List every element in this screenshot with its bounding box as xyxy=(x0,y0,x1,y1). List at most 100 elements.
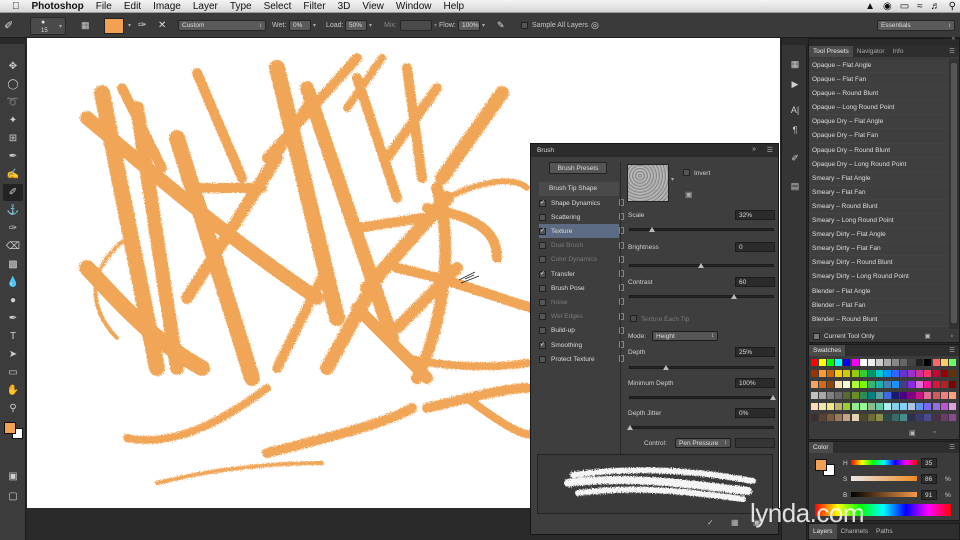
swatch[interactable] xyxy=(932,381,940,388)
list-item[interactable]: Opaque Dry – Round Blunt xyxy=(809,143,949,158)
swatch[interactable] xyxy=(819,359,827,366)
workspace-switcher[interactable]: Essentials ↕ xyxy=(877,20,955,31)
swatch[interactable] xyxy=(948,392,956,399)
chevron-down-icon[interactable]: ▾ xyxy=(369,22,372,29)
swatch[interactable] xyxy=(811,392,818,399)
menu-image[interactable]: Image xyxy=(147,0,187,13)
brush-option-checkbox[interactable] xyxy=(539,284,546,292)
swatch[interactable] xyxy=(892,359,899,366)
current-tool-only-checkbox[interactable] xyxy=(813,332,820,340)
chevron-down-icon[interactable]: ▾ xyxy=(482,22,485,29)
paragraph-icon[interactable]: ¶ xyxy=(786,122,804,138)
sample-all-layers-checkbox[interactable] xyxy=(521,22,528,29)
swatch[interactable] xyxy=(827,403,835,410)
brush-option-item[interactable]: Brush Pose xyxy=(539,281,624,295)
foreground-color-swatch[interactable] xyxy=(815,459,827,471)
airplay-icon[interactable]: ▭ xyxy=(900,0,909,13)
healing-brush-tool-icon[interactable]: ✍ xyxy=(3,166,23,183)
swatch[interactable] xyxy=(867,403,875,410)
menu-help[interactable]: Help xyxy=(437,0,470,13)
list-item[interactable]: Blender – Flat Fan xyxy=(809,298,949,313)
swatch[interactable] xyxy=(940,370,948,377)
panel-menu-icon[interactable]: ☰ xyxy=(945,345,959,356)
swatch[interactable] xyxy=(883,359,891,366)
swatch[interactable] xyxy=(843,359,851,366)
depth-value[interactable]: 25% xyxy=(735,347,775,357)
toggle-bristle-preview-icon[interactable]: ✓ xyxy=(707,518,714,527)
history-brush-tool-icon[interactable]: ✑ xyxy=(3,220,23,237)
wet-field[interactable]: 0% xyxy=(289,20,311,31)
swatch[interactable] xyxy=(932,403,940,410)
swatch[interactable] xyxy=(867,381,875,388)
tab-swatches[interactable]: Swatches xyxy=(809,345,846,356)
swatch[interactable] xyxy=(875,370,883,377)
quick-selection-tool-icon[interactable]: ✦ xyxy=(3,112,23,129)
new-preset-icon[interactable]: ▣ xyxy=(925,332,931,340)
swatch[interactable] xyxy=(827,359,835,366)
swatch[interactable] xyxy=(859,359,867,366)
swatch[interactable] xyxy=(819,403,827,410)
swatch[interactable] xyxy=(948,414,956,421)
brush-option-checkbox[interactable] xyxy=(539,313,546,321)
swatch[interactable] xyxy=(819,370,827,377)
swatch[interactable] xyxy=(851,359,859,366)
mixer-brush-tool-icon[interactable]: ✐ xyxy=(3,184,23,201)
swatch[interactable] xyxy=(843,381,851,388)
texture-pattern-picker[interactable] xyxy=(627,164,669,202)
swatch[interactable] xyxy=(867,392,875,399)
swatch[interactable] xyxy=(924,392,932,399)
texture-each-tip-checkbox[interactable] xyxy=(630,315,637,322)
list-item[interactable]: Opaque Dry – Long Round Point xyxy=(809,157,949,172)
saturation-slider[interactable] xyxy=(851,476,917,481)
swatch[interactable] xyxy=(940,414,948,421)
toolbar-header[interactable] xyxy=(0,38,26,44)
trash-icon[interactable]: ▫ xyxy=(933,429,935,436)
tab-navigator[interactable]: Navigator xyxy=(853,46,889,57)
swatch[interactable] xyxy=(859,392,867,399)
brush-option-item[interactable]: ✓ Shape Dynamics xyxy=(539,196,624,210)
list-item[interactable]: Smeary Dirty – Flat Angle xyxy=(809,228,949,243)
depth-slider-thumb[interactable] xyxy=(663,365,669,370)
control-select[interactable]: Pen Pressure ↕ xyxy=(675,438,731,448)
swatch[interactable] xyxy=(859,414,867,421)
depth-jitter-value[interactable]: 0% xyxy=(735,408,775,418)
swatch[interactable] xyxy=(940,403,948,410)
swatch[interactable] xyxy=(916,359,924,366)
swatch[interactable] xyxy=(851,370,859,377)
swatch[interactable] xyxy=(892,403,899,410)
new-swatch-icon[interactable]: ▣ xyxy=(909,429,916,437)
swatch[interactable] xyxy=(916,381,924,388)
panel-menu-icon[interactable]: ☰ xyxy=(767,146,773,154)
menu-edit[interactable]: Edit xyxy=(118,0,147,13)
list-item[interactable]: Opaque – Long Round Point xyxy=(809,101,949,116)
list-item[interactable]: Smeary Dirty – Round Blunt xyxy=(809,256,949,271)
swatch[interactable] xyxy=(924,359,932,366)
swatch[interactable] xyxy=(811,414,818,421)
mix-field[interactable] xyxy=(400,20,432,31)
list-item[interactable]: Opaque – Round Blunt xyxy=(809,87,949,102)
swatch[interactable] xyxy=(916,370,924,377)
apple-icon[interactable]:  xyxy=(0,1,26,12)
list-item[interactable]: Smeary Dirty – Flat Fan xyxy=(809,242,949,257)
swatch[interactable] xyxy=(940,359,948,366)
contrast-slider[interactable] xyxy=(629,295,774,298)
flow-field[interactable]: 100% xyxy=(458,20,480,31)
swatch[interactable] xyxy=(827,414,835,421)
swatch[interactable] xyxy=(892,370,899,377)
swatch[interactable] xyxy=(908,370,916,377)
brush-option-checkbox[interactable] xyxy=(539,256,546,264)
swatch[interactable] xyxy=(900,370,908,377)
swatch[interactable] xyxy=(908,359,916,366)
brush-option-checkbox[interactable]: ✓ xyxy=(539,270,546,278)
hue-slider[interactable] xyxy=(851,460,917,465)
swatch[interactable] xyxy=(835,370,843,377)
swatch[interactable] xyxy=(883,392,891,399)
swatch[interactable] xyxy=(924,370,932,377)
scale-value[interactable]: 32% xyxy=(735,210,775,220)
blend-combination-select[interactable]: Custom ↕ xyxy=(178,20,266,31)
chevron-down-icon[interactable]: ▾ xyxy=(671,176,674,183)
eraser-tool-icon[interactable]: ⌫ xyxy=(3,238,23,255)
menu-type[interactable]: Type xyxy=(224,0,258,13)
swatch[interactable] xyxy=(851,392,859,399)
swatch[interactable] xyxy=(916,403,924,410)
